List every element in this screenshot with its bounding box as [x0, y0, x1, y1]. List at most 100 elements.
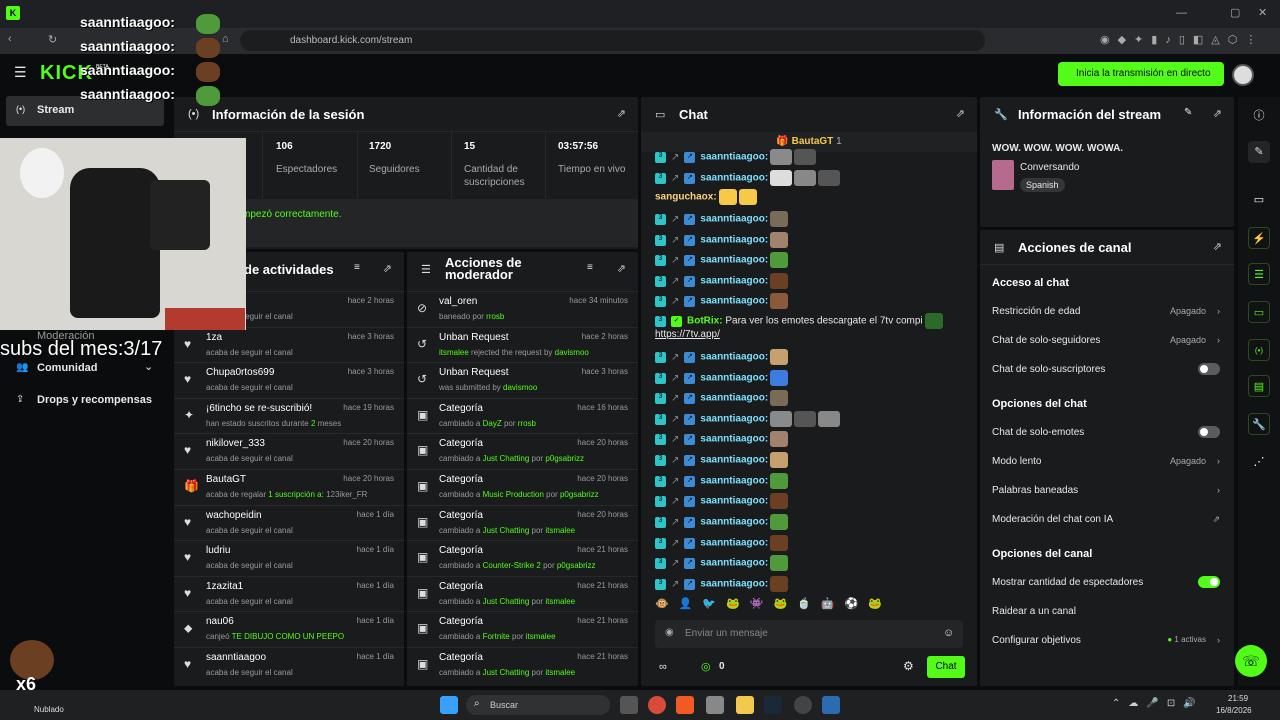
chat-settings-icons[interactable]: ∞ — [659, 661, 667, 673]
go-live-button[interactable]: Inicia la transmisión en directo — [1058, 62, 1224, 86]
chat-input[interactable]: ◉ Enviar un mensaje ☺ — [655, 620, 963, 648]
chrome-icon[interactable] — [648, 696, 666, 714]
chat-message[interactable]: 3 ↗ ↗ saanntiaagoo: — [655, 452, 789, 470]
explorer-icon[interactable] — [736, 696, 754, 714]
chat-message[interactable]: 3 ↗ ↗ saanntiaagoo: — [655, 535, 789, 553]
banned-words-row[interactable]: Palabras baneadas › — [992, 485, 1220, 496]
slow-mode-row[interactable]: Modo lento Apagado › — [992, 456, 1220, 467]
gear-icon[interactable]: ⚙ — [903, 659, 914, 673]
activity-item[interactable]: ⬥ nau06 hace 1 día canjeó TE DIBUJO COMO UN… — [174, 611, 404, 647]
popout-icon[interactable]: ⇗ — [383, 262, 392, 275]
chat-message[interactable]: 3 ↗ ↗ saanntiaagoo: — [655, 149, 817, 167]
followers-only-row[interactable]: Chat de solo-seguidores Apagado › — [992, 335, 1220, 346]
broadcast-icon[interactable]: (•) — [1248, 339, 1270, 361]
wrench-icon[interactable]: 🔧 — [1248, 413, 1270, 435]
brave-icon[interactable] — [676, 696, 694, 714]
chat-message[interactable]: 3 ↗ ↗ saanntiaagoo: — [655, 293, 789, 311]
chat-message[interactable]: 3 ↗ ↗ saanntiaagoo: — [655, 411, 841, 429]
mod-action-item[interactable]: ⊘ val_oren hace 34 minutos baneado por rros… — [407, 291, 638, 327]
address-bar[interactable]: dashboard.kick.com/stream — [240, 30, 985, 51]
chat-message[interactable]: 3 ↗ ↗ saanntiaagoo: — [655, 555, 789, 573]
sidebar-item-community[interactable]: 👥 Comunidad ⌄ — [16, 360, 166, 378]
chat-message[interactable]: 3 ↗ ↗ saanntiaagoo: — [655, 390, 789, 408]
show-viewers-row[interactable]: Mostrar cantidad de espectadores — [992, 576, 1220, 588]
windows-start-icon[interactable] — [440, 696, 458, 714]
user-avatar[interactable] — [1232, 64, 1254, 86]
obs-icon[interactable] — [794, 696, 812, 714]
maximize-icon[interactable]: ▢ — [1230, 6, 1240, 19]
back-icon[interactable]: ‹ — [8, 33, 12, 45]
store-icon[interactable] — [706, 696, 724, 714]
chat-message[interactable]: 3 ↗ ↗ saanntiaagoo: — [655, 170, 841, 188]
popout-icon[interactable]: ⇗ — [956, 107, 965, 120]
steam-icon[interactable] — [764, 696, 782, 714]
mod-action-item[interactable]: ▣ Categoría hace 20 horas cambiado a Just C… — [407, 504, 638, 541]
subs-only-toggle[interactable] — [1198, 363, 1220, 375]
list-icon[interactable]: ☰ — [1248, 263, 1270, 285]
mod-action-item[interactable]: ▣ Categoría hace 21 horas cambiado a Counte… — [407, 540, 638, 576]
chat-message[interactable]: 3 ↗ ↗ saanntiaagoo: — [655, 576, 789, 594]
card-icon[interactable]: ▭ — [1248, 189, 1270, 211]
subs-only-row[interactable]: Chat de solo-suscriptores — [992, 363, 1220, 375]
raid-row[interactable]: Raidear a un canal — [992, 606, 1220, 617]
channel-icon[interactable]: ▤ — [1248, 375, 1270, 397]
close-icon[interactable]: ✕ — [1258, 6, 1267, 19]
taskbar-search[interactable]: ⌕ Buscar — [466, 695, 610, 715]
age-restriction-row[interactable]: Restricción de edad Apagado › — [992, 306, 1220, 317]
chat-message[interactable]: 3 ↗ ↗ saanntiaagoo: — [655, 232, 789, 250]
mod-action-item[interactable]: ▣ Categoría hace 20 horas cambiado a Just C… — [407, 433, 638, 469]
chat-link[interactable]: https://7tv.app/ — [655, 329, 720, 340]
filter-icon[interactable]: ≡ — [354, 262, 360, 273]
mod-action-item[interactable]: ▣ Categoría hace 21 horas cambiado a Fortni… — [407, 611, 638, 647]
chat-message[interactable]: 3 ↗ ↗ saanntiaagoo: — [655, 211, 789, 229]
mod-action-item[interactable]: ▣ Categoría hace 20 horas cambiado a Music … — [407, 469, 638, 505]
mod-action-item[interactable]: ▣ Categoría hace 21 horas cambiado a Just C… — [407, 647, 638, 683]
pencil-icon[interactable]: ✎ — [1248, 141, 1270, 163]
chat-message[interactable]: 3 ↗ ↗ saanntiaagoo: — [655, 473, 789, 491]
chat-message[interactable]: sanguchaox: — [655, 189, 757, 207]
goals-row[interactable]: Configurar objetivos ● 1 activas › — [992, 635, 1220, 646]
app-icon[interactable] — [822, 696, 840, 714]
activity-item[interactable]: ♥ saanntiaagoo hace 1 día acaba de seguir e… — [174, 647, 404, 683]
chat-icon[interactable]: ▭ — [1248, 301, 1270, 323]
chat-message[interactable]: 3 ↗ ↗ saanntiaagoo: — [655, 493, 789, 511]
ai-moderation-row[interactable]: Moderación del chat con IA ⇗ — [992, 514, 1220, 525]
mod-action-item[interactable]: ▣ Categoría hace 21 horas cambiado a Just C… — [407, 575, 638, 612]
support-icon[interactable]: ☏ — [1235, 645, 1267, 677]
activity-item[interactable]: ♥ ludriu hace 1 día acaba de seguir el cana… — [174, 540, 404, 576]
activity-item[interactable]: ✦ ¡6tincho se re-suscribió! hace 19 horas h… — [174, 397, 404, 434]
activity-item[interactable]: 🎁 BautaGT hace 20 horas acaba de regalar 1 … — [174, 469, 404, 505]
bolt-icon[interactable]: ⚡ — [1248, 227, 1270, 249]
taskview-icon[interactable] — [620, 696, 638, 714]
chat-message[interactable]: 3 ↗ ↗ saanntiaagoo: — [655, 370, 789, 388]
chat-message[interactable]: 3 ↗ ↗ saanntiaagoo: — [655, 431, 789, 449]
popout-icon[interactable]: ⇗ — [1213, 107, 1222, 120]
popout-icon[interactable]: ⇗ — [1213, 240, 1222, 253]
activity-item[interactable]: ♥ nikilover_333 hace 20 horas acaba de segu… — [174, 433, 404, 469]
activity-item[interactable]: ♥ Chupa0rtos699 hace 3 horas acaba de segui… — [174, 362, 404, 398]
info-icon[interactable]: ⓘ — [1248, 105, 1270, 127]
emotes-only-toggle[interactable] — [1198, 426, 1220, 438]
edit-icon[interactable]: ✎ — [1184, 107, 1192, 118]
sidebar-item-drops[interactable]: ⇪ Drops y recompensas — [16, 392, 166, 410]
emotes-only-row[interactable]: Chat de solo-emotes — [992, 426, 1220, 438]
activity-item[interactable]: ♥ 1zazita1 hace 1 día acaba de seguir el ca… — [174, 575, 404, 612]
popout-icon[interactable]: ⇗ — [617, 107, 626, 120]
popout-icon[interactable]: ⇗ — [617, 262, 626, 275]
chat-message[interactable]: 3 ↗ ↗ saanntiaagoo: — [655, 273, 789, 291]
emoji-icon[interactable]: ☺ — [943, 627, 954, 639]
mod-action-item[interactable]: ↺ Unban Request hace 2 horas itsmalee rejec… — [407, 326, 638, 363]
mod-action-item[interactable]: ▣ Categoría hace 16 horas cambiado a DayZ p… — [407, 397, 638, 434]
chat-message[interactable]: 3 ✓ BotRix: Para ver los emotes descargate… — [655, 313, 943, 347]
show-viewers-toggle[interactable] — [1198, 576, 1220, 588]
chat-message[interactable]: 3 ↗ ↗ saanntiaagoo: — [655, 349, 789, 367]
send-chat-button[interactable]: Chat — [927, 656, 965, 678]
chat-message[interactable]: 3 ↗ ↗ saanntiaagoo: — [655, 514, 789, 532]
chat-message[interactable]: 3 ↗ ↗ saanntiaagoo: — [655, 252, 789, 270]
minimize-icon[interactable]: — — [1176, 7, 1187, 19]
kick-tab-icon[interactable]: K — [6, 6, 20, 20]
activity-item[interactable]: ♥ wachopeidin hace 1 día acaba de seguir el… — [174, 504, 404, 541]
share-icon[interactable]: ⋰ — [1248, 451, 1270, 473]
mod-action-item[interactable]: ↺ Unban Request hace 3 horas was submitted … — [407, 362, 638, 398]
activity-item[interactable]: ♥ 1za hace 3 horas acaba de seguir el canal — [174, 326, 404, 363]
